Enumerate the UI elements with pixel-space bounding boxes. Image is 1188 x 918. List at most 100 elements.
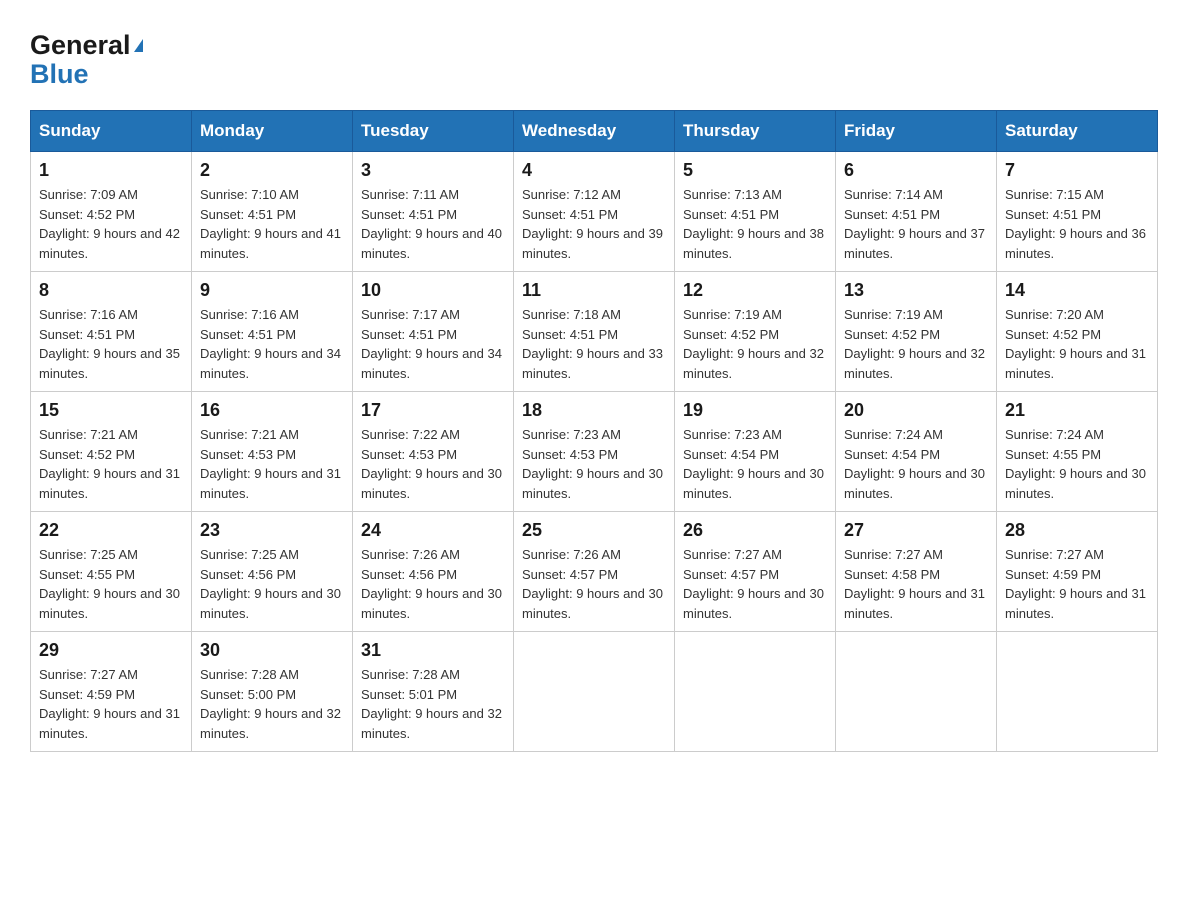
day-number: 25 (522, 520, 666, 541)
calendar-week-3: 15 Sunrise: 7:21 AMSunset: 4:52 PMDayligh… (31, 392, 1158, 512)
day-number: 20 (844, 400, 988, 421)
calendar-cell (997, 632, 1158, 752)
day-info: Sunrise: 7:28 AMSunset: 5:00 PMDaylight:… (200, 665, 344, 743)
day-info: Sunrise: 7:27 AMSunset: 4:59 PMDaylight:… (39, 665, 183, 743)
day-number: 9 (200, 280, 344, 301)
calendar-cell: 20 Sunrise: 7:24 AMSunset: 4:54 PMDayligh… (836, 392, 997, 512)
day-info: Sunrise: 7:14 AMSunset: 4:51 PMDaylight:… (844, 185, 988, 263)
calendar-header: SundayMondayTuesdayWednesdayThursdayFrid… (31, 111, 1158, 152)
calendar-cell: 18 Sunrise: 7:23 AMSunset: 4:53 PMDayligh… (514, 392, 675, 512)
day-number: 7 (1005, 160, 1149, 181)
calendar-cell: 23 Sunrise: 7:25 AMSunset: 4:56 PMDayligh… (192, 512, 353, 632)
day-number: 22 (39, 520, 183, 541)
day-info: Sunrise: 7:10 AMSunset: 4:51 PMDaylight:… (200, 185, 344, 263)
header-cell-friday: Friday (836, 111, 997, 152)
day-number: 1 (39, 160, 183, 181)
day-number: 27 (844, 520, 988, 541)
day-number: 15 (39, 400, 183, 421)
day-info: Sunrise: 7:16 AMSunset: 4:51 PMDaylight:… (200, 305, 344, 383)
day-info: Sunrise: 7:25 AMSunset: 4:56 PMDaylight:… (200, 545, 344, 623)
header-row: SundayMondayTuesdayWednesdayThursdayFrid… (31, 111, 1158, 152)
calendar-cell (675, 632, 836, 752)
day-info: Sunrise: 7:23 AMSunset: 4:53 PMDaylight:… (522, 425, 666, 503)
day-number: 18 (522, 400, 666, 421)
day-number: 23 (200, 520, 344, 541)
day-info: Sunrise: 7:20 AMSunset: 4:52 PMDaylight:… (1005, 305, 1149, 383)
calendar-cell: 26Sunrise: 7:27 AMSunset: 4:57 PMDayligh… (675, 512, 836, 632)
calendar-cell: 22 Sunrise: 7:25 AMSunset: 4:55 PMDayligh… (31, 512, 192, 632)
day-number: 17 (361, 400, 505, 421)
calendar-cell: 10 Sunrise: 7:17 AMSunset: 4:51 PMDayligh… (353, 272, 514, 392)
calendar-cell: 31 Sunrise: 7:28 AMSunset: 5:01 PMDayligh… (353, 632, 514, 752)
header-cell-wednesday: Wednesday (514, 111, 675, 152)
calendar-week-1: 1 Sunrise: 7:09 AMSunset: 4:52 PMDaylight… (31, 152, 1158, 272)
day-number: 19 (683, 400, 827, 421)
day-info: Sunrise: 7:12 AMSunset: 4:51 PMDaylight:… (522, 185, 666, 263)
day-number: 21 (1005, 400, 1149, 421)
day-info: Sunrise: 7:22 AMSunset: 4:53 PMDaylight:… (361, 425, 505, 503)
day-info: Sunrise: 7:19 AMSunset: 4:52 PMDaylight:… (844, 305, 988, 383)
day-info: Sunrise: 7:17 AMSunset: 4:51 PMDaylight:… (361, 305, 505, 383)
day-number: 14 (1005, 280, 1149, 301)
calendar-cell: 14 Sunrise: 7:20 AMSunset: 4:52 PMDayligh… (997, 272, 1158, 392)
calendar-cell: 3 Sunrise: 7:11 AMSunset: 4:51 PMDaylight… (353, 152, 514, 272)
day-info: Sunrise: 7:27 AMSunset: 4:59 PMDaylight:… (1005, 545, 1149, 623)
calendar-cell: 21Sunrise: 7:24 AMSunset: 4:55 PMDayligh… (997, 392, 1158, 512)
calendar-cell (514, 632, 675, 752)
calendar-cell: 13 Sunrise: 7:19 AMSunset: 4:52 PMDayligh… (836, 272, 997, 392)
calendar-cell: 24Sunrise: 7:26 AMSunset: 4:56 PMDayligh… (353, 512, 514, 632)
calendar-cell: 30 Sunrise: 7:28 AMSunset: 5:00 PMDayligh… (192, 632, 353, 752)
logo-general: General (30, 30, 131, 60)
calendar-cell: 4 Sunrise: 7:12 AMSunset: 4:51 PMDaylight… (514, 152, 675, 272)
logo-blue: Blue (30, 59, 89, 89)
header-cell-saturday: Saturday (997, 111, 1158, 152)
day-number: 11 (522, 280, 666, 301)
calendar-cell: 7Sunrise: 7:15 AMSunset: 4:51 PMDaylight… (997, 152, 1158, 272)
day-info: Sunrise: 7:27 AMSunset: 4:58 PMDaylight:… (844, 545, 988, 623)
day-number: 6 (844, 160, 988, 181)
page-header: General Blue (30, 30, 1158, 90)
calendar-cell: 1 Sunrise: 7:09 AMSunset: 4:52 PMDaylight… (31, 152, 192, 272)
calendar-cell: 8Sunrise: 7:16 AMSunset: 4:51 PMDaylight… (31, 272, 192, 392)
day-number: 8 (39, 280, 183, 301)
day-number: 10 (361, 280, 505, 301)
calendar-cell: 9 Sunrise: 7:16 AMSunset: 4:51 PMDaylight… (192, 272, 353, 392)
day-info: Sunrise: 7:26 AMSunset: 4:57 PMDaylight:… (522, 545, 666, 623)
calendar-cell (836, 632, 997, 752)
day-info: Sunrise: 7:21 AMSunset: 4:53 PMDaylight:… (200, 425, 344, 503)
day-info: Sunrise: 7:28 AMSunset: 5:01 PMDaylight:… (361, 665, 505, 743)
calendar-cell: 5Sunrise: 7:13 AMSunset: 4:51 PMDaylight… (675, 152, 836, 272)
calendar-cell: 17 Sunrise: 7:22 AMSunset: 4:53 PMDayligh… (353, 392, 514, 512)
day-info: Sunrise: 7:11 AMSunset: 4:51 PMDaylight:… (361, 185, 505, 263)
day-number: 4 (522, 160, 666, 181)
day-number: 12 (683, 280, 827, 301)
day-number: 24 (361, 520, 505, 541)
calendar-table: SundayMondayTuesdayWednesdayThursdayFrid… (30, 110, 1158, 752)
day-number: 30 (200, 640, 344, 661)
day-info: Sunrise: 7:24 AMSunset: 4:54 PMDaylight:… (844, 425, 988, 503)
day-info: Sunrise: 7:19 AMSunset: 4:52 PMDaylight:… (683, 305, 827, 383)
header-cell-thursday: Thursday (675, 111, 836, 152)
day-number: 3 (361, 160, 505, 181)
calendar-cell: 6 Sunrise: 7:14 AMSunset: 4:51 PMDaylight… (836, 152, 997, 272)
day-info: Sunrise: 7:27 AMSunset: 4:57 PMDaylight:… (683, 545, 827, 623)
calendar-week-4: 22 Sunrise: 7:25 AMSunset: 4:55 PMDayligh… (31, 512, 1158, 632)
header-cell-tuesday: Tuesday (353, 111, 514, 152)
day-number: 31 (361, 640, 505, 661)
day-number: 16 (200, 400, 344, 421)
day-info: Sunrise: 7:21 AMSunset: 4:52 PMDaylight:… (39, 425, 183, 503)
calendar-cell: 15 Sunrise: 7:21 AMSunset: 4:52 PMDayligh… (31, 392, 192, 512)
day-info: Sunrise: 7:09 AMSunset: 4:52 PMDaylight:… (39, 185, 183, 263)
calendar-week-5: 29 Sunrise: 7:27 AMSunset: 4:59 PMDayligh… (31, 632, 1158, 752)
calendar-cell: 16 Sunrise: 7:21 AMSunset: 4:53 PMDayligh… (192, 392, 353, 512)
header-cell-monday: Monday (192, 111, 353, 152)
calendar-cell: 19Sunrise: 7:23 AMSunset: 4:54 PMDayligh… (675, 392, 836, 512)
day-info: Sunrise: 7:13 AMSunset: 4:51 PMDaylight:… (683, 185, 827, 263)
day-number: 29 (39, 640, 183, 661)
calendar-cell: 2 Sunrise: 7:10 AMSunset: 4:51 PMDaylight… (192, 152, 353, 272)
calendar-week-2: 8 Sunrise: 7:16 AMSunset: 4:51 PMDaylight… (31, 272, 1158, 392)
day-number: 13 (844, 280, 988, 301)
day-number: 2 (200, 160, 344, 181)
day-info: Sunrise: 7:25 AMSunset: 4:55 PMDaylight:… (39, 545, 183, 623)
calendar-cell: 29 Sunrise: 7:27 AMSunset: 4:59 PMDayligh… (31, 632, 192, 752)
